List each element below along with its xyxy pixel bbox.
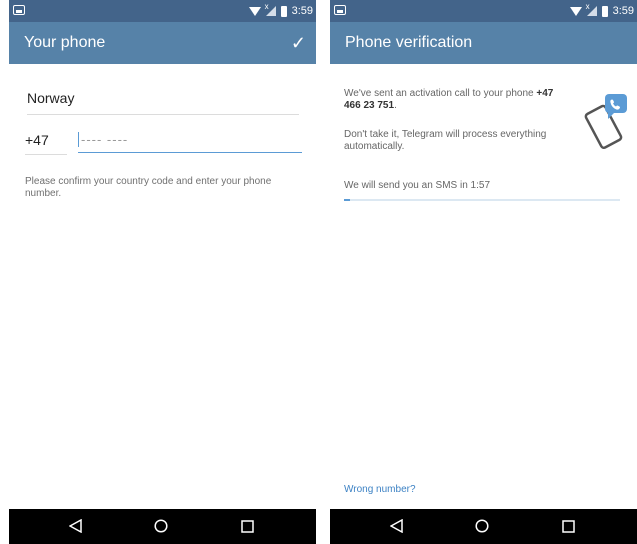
battery-icon: [601, 5, 608, 17]
back-triangle-icon[interactable]: [69, 519, 83, 533]
app-bar: Your phone ✓: [9, 22, 316, 64]
activation-call-message: We've sent an activation call to your ph…: [344, 88, 569, 112]
signal-icon: [586, 2, 597, 16]
back-triangle-icon[interactable]: [390, 519, 404, 533]
wrong-number-link[interactable]: Wrong number?: [344, 484, 416, 495]
phone-number-input[interactable]: ---- ----: [78, 132, 302, 153]
battery-icon: [280, 5, 287, 17]
text-caret: [78, 132, 79, 147]
recents-square-icon[interactable]: [562, 520, 575, 533]
activation-message-prefix: We've sent an activation call to your ph…: [344, 88, 537, 99]
status-bar: 3:59: [9, 0, 316, 22]
hint-text: Please confirm your country code and ent…: [25, 176, 272, 199]
status-time: 3:59: [291, 5, 313, 17]
country-selector[interactable]: Norway: [27, 90, 299, 115]
sms-progress-bar: [344, 199, 620, 201]
auto-process-message: Don't take it, Telegram will process eve…: [344, 129, 547, 152]
image-notification-icon: [13, 5, 25, 15]
sms-progress-fill: [344, 199, 350, 201]
signal-icon: [265, 2, 276, 16]
image-notification-icon: [334, 5, 346, 15]
recents-square-icon[interactable]: [241, 520, 254, 533]
app-bar: Phone verification: [330, 22, 637, 64]
navigation-bar: [9, 509, 316, 544]
phone-verification-screen: 3:59 Phone verification We've sent an ac…: [330, 0, 637, 544]
phone-input-screen: 3:59 Your phone ✓ Norway +47 ---- ---- P…: [9, 0, 316, 544]
home-circle-icon[interactable]: [475, 519, 489, 533]
activation-message-suffix: .: [394, 100, 397, 111]
navigation-bar: [330, 509, 637, 544]
page-title: Your phone: [24, 34, 106, 51]
phone-number-placeholder: ---- ----: [81, 132, 129, 147]
status-time: 3:59: [612, 5, 634, 17]
wifi-icon: [248, 6, 261, 16]
sms-countdown-text: We will send you an SMS in 1:57: [344, 180, 491, 191]
phone-call-illustration-icon: [584, 94, 627, 150]
status-bar: 3:59: [330, 0, 637, 22]
page-title: Phone verification: [345, 34, 473, 51]
wifi-icon: [569, 6, 582, 16]
country-code-input[interactable]: +47: [25, 132, 67, 155]
confirm-check-icon[interactable]: ✓: [291, 34, 306, 52]
home-circle-icon[interactable]: [154, 519, 168, 533]
